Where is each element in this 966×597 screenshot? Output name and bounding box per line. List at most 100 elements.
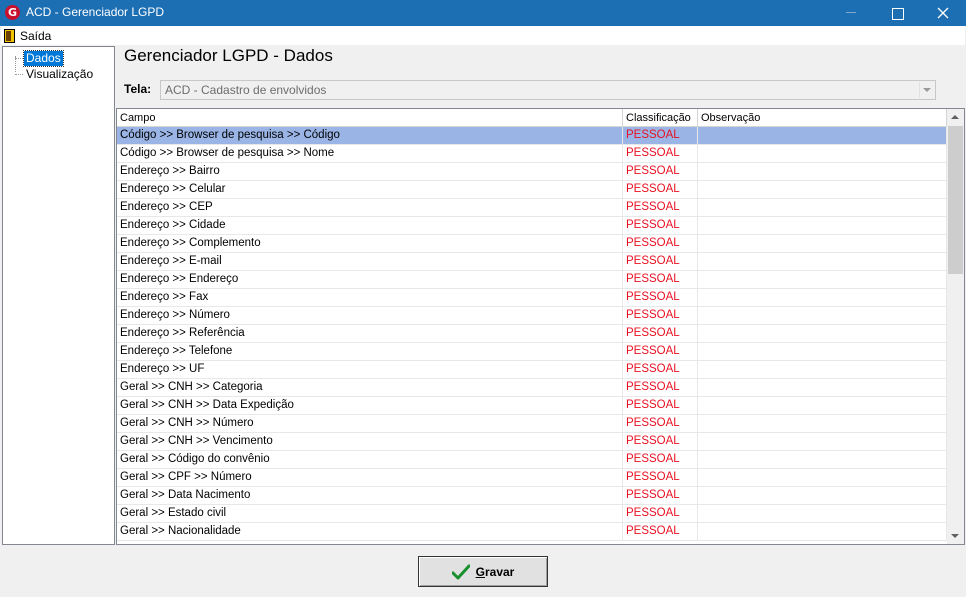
cell-observacao[interactable] (698, 487, 947, 505)
cell-campo[interactable]: Endereço >> Cidade (117, 217, 623, 235)
cell-classificacao[interactable]: PESSOAL (623, 181, 698, 199)
column-header-classificacao[interactable]: Classificação (623, 109, 698, 127)
maximize-button[interactable] (874, 0, 920, 26)
table-row[interactable]: Geral >> CNH >> Número PESSOAL (117, 415, 947, 433)
cell-classificacao[interactable]: PESSOAL (623, 433, 698, 451)
cell-observacao[interactable] (698, 217, 947, 235)
cell-campo[interactable]: Geral >> Código do convênio (117, 451, 623, 469)
table-row[interactable]: Endereço >> Referência PESSOAL (117, 325, 947, 343)
cell-campo[interactable]: Código >> Browser de pesquisa >> Nome (117, 145, 623, 163)
table-row[interactable]: Endereço >> Cidade PESSOAL (117, 217, 947, 235)
vertical-scrollbar[interactable] (947, 109, 964, 544)
cell-classificacao[interactable]: PESSOAL (623, 325, 698, 343)
cell-observacao[interactable] (698, 469, 947, 487)
cell-classificacao[interactable]: PESSOAL (623, 289, 698, 307)
cell-classificacao[interactable]: PESSOAL (623, 253, 698, 271)
cell-campo[interactable]: Geral >> Nacionalidade (117, 523, 623, 541)
cell-campo[interactable]: Endereço >> UF (117, 361, 623, 379)
table-row[interactable]: Endereço >> Endereço PESSOAL (117, 271, 947, 289)
cell-observacao[interactable] (698, 181, 947, 199)
cell-observacao[interactable] (698, 451, 947, 469)
cell-campo[interactable]: Geral >> CPF >> Número (117, 469, 623, 487)
cell-campo[interactable]: Endereço >> Telefone (117, 343, 623, 361)
cell-classificacao[interactable]: PESSOAL (623, 235, 698, 253)
cell-campo[interactable]: Geral >> CNH >> Data Expedição (117, 397, 623, 415)
cell-campo[interactable]: Endereço >> Fax (117, 289, 623, 307)
table-row[interactable]: Código >> Browser de pesquisa >> Código P… (117, 127, 947, 145)
table-row[interactable]: Endereço >> Bairro PESSOAL (117, 163, 947, 181)
table-row[interactable]: Endereço >> E-mail PESSOAL (117, 253, 947, 271)
cell-campo[interactable]: Endereço >> Referência (117, 325, 623, 343)
cell-observacao[interactable] (698, 505, 947, 523)
cell-observacao[interactable] (698, 253, 947, 271)
minimize-button[interactable] (828, 0, 874, 26)
table-row[interactable]: Endereço >> Fax PESSOAL (117, 289, 947, 307)
cell-observacao[interactable] (698, 397, 947, 415)
close-button[interactable] (920, 0, 966, 26)
table-row[interactable]: Geral >> CPF >> Número PESSOAL (117, 469, 947, 487)
cell-observacao[interactable] (698, 433, 947, 451)
cell-classificacao[interactable]: PESSOAL (623, 271, 698, 289)
cell-campo[interactable]: Geral >> CNH >> Número (117, 415, 623, 433)
cell-observacao[interactable] (698, 163, 947, 181)
scroll-down-icon[interactable] (947, 527, 964, 544)
cell-classificacao[interactable]: PESSOAL (623, 217, 698, 235)
cell-classificacao[interactable]: PESSOAL (623, 379, 698, 397)
cell-observacao[interactable] (698, 289, 947, 307)
scrollbar-thumb[interactable] (948, 126, 963, 274)
cell-classificacao[interactable]: PESSOAL (623, 415, 698, 433)
table-row[interactable]: Geral >> Código do convênio PESSOAL (117, 451, 947, 469)
cell-classificacao[interactable]: PESSOAL (623, 523, 698, 541)
menu-exit[interactable]: Saída (4, 27, 51, 44)
cell-campo[interactable]: Geral >> Estado civil (117, 505, 623, 523)
cell-classificacao[interactable]: PESSOAL (623, 451, 698, 469)
cell-campo[interactable]: Endereço >> Número (117, 307, 623, 325)
table-row[interactable]: Endereço >> UF PESSOAL (117, 361, 947, 379)
cell-campo[interactable]: Endereço >> Complemento (117, 235, 623, 253)
cell-observacao[interactable] (698, 145, 947, 163)
cell-classificacao[interactable]: PESSOAL (623, 163, 698, 181)
cell-observacao[interactable] (698, 271, 947, 289)
cell-campo[interactable]: Geral >> CNH >> Vencimento (117, 433, 623, 451)
column-header-observacao[interactable]: Observação (698, 109, 947, 127)
chevron-down-icon[interactable] (919, 82, 934, 98)
table-row[interactable]: Geral >> Estado civil PESSOAL (117, 505, 947, 523)
column-header-campo[interactable]: Campo (117, 109, 623, 127)
table-row[interactable]: Endereço >> Número PESSOAL (117, 307, 947, 325)
table-row[interactable]: Endereço >> Complemento PESSOAL (117, 235, 947, 253)
cell-observacao[interactable] (698, 379, 947, 397)
table-row[interactable]: Geral >> CNH >> Data Expedição PESSOAL (117, 397, 947, 415)
table-row[interactable]: Geral >> Data Nacimento PESSOAL (117, 487, 947, 505)
screen-select[interactable]: ACD - Cadastro de envolvidos (160, 80, 936, 100)
table-row[interactable]: Código >> Browser de pesquisa >> Nome PES… (117, 145, 947, 163)
cell-classificacao[interactable]: PESSOAL (623, 469, 698, 487)
table-row[interactable]: Geral >> CNH >> Vencimento PESSOAL (117, 433, 947, 451)
cell-campo[interactable]: Endereço >> Celular (117, 181, 623, 199)
cell-campo[interactable]: Geral >> CNH >> Categoria (117, 379, 623, 397)
cell-observacao[interactable] (698, 199, 947, 217)
cell-observacao[interactable] (698, 415, 947, 433)
cell-classificacao[interactable]: PESSOAL (623, 487, 698, 505)
table-row[interactable]: Endereço >> Telefone PESSOAL (117, 343, 947, 361)
cell-campo[interactable]: Endereço >> Endereço (117, 271, 623, 289)
cell-campo[interactable]: Endereço >> Bairro (117, 163, 623, 181)
cell-classificacao[interactable]: PESSOAL (623, 145, 698, 163)
cell-observacao[interactable] (698, 343, 947, 361)
table-row[interactable]: Endereço >> Celular PESSOAL (117, 181, 947, 199)
table-row[interactable]: Geral >> Nacionalidade PESSOAL (117, 523, 947, 541)
cell-campo[interactable]: Geral >> Data Nacimento (117, 487, 623, 505)
cell-campo[interactable]: Endereço >> E-mail (117, 253, 623, 271)
tree-item-visualizacao[interactable]: Visualização (24, 67, 95, 82)
cell-classificacao[interactable]: PESSOAL (623, 505, 698, 523)
cell-observacao[interactable] (698, 127, 947, 145)
cell-classificacao[interactable]: PESSOAL (623, 307, 698, 325)
save-button[interactable]: Gravar (418, 556, 548, 587)
cell-campo[interactable]: Código >> Browser de pesquisa >> Código (117, 127, 623, 145)
tree-item-dados[interactable]: Dados (23, 50, 64, 67)
cell-observacao[interactable] (698, 307, 947, 325)
cell-observacao[interactable] (698, 325, 947, 343)
cell-campo[interactable]: Endereço >> CEP (117, 199, 623, 217)
cell-classificacao[interactable]: PESSOAL (623, 361, 698, 379)
cell-classificacao[interactable]: PESSOAL (623, 127, 698, 145)
table-row[interactable]: Geral >> CNH >> Categoria PESSOAL (117, 379, 947, 397)
